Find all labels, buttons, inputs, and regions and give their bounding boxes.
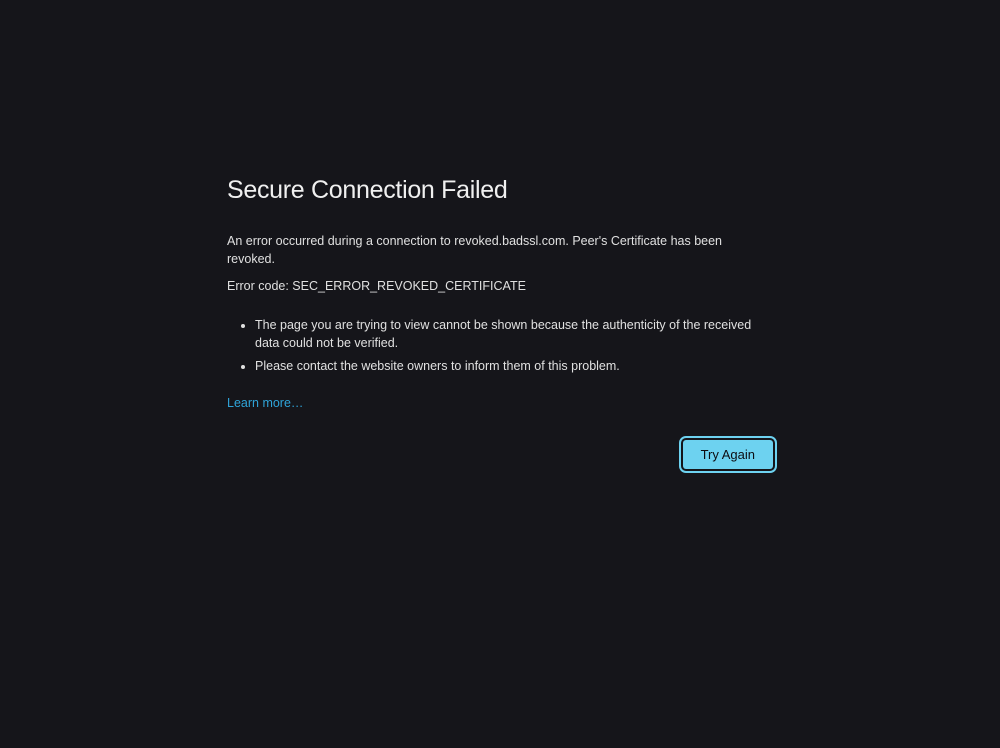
list-item: Please contact the website owners to inf…: [255, 357, 773, 376]
error-message: An error occurred during a connection to…: [227, 233, 773, 268]
try-again-button[interactable]: Try Again: [683, 440, 773, 469]
error-code: Error code: SEC_ERROR_REVOKED_CERTIFICAT…: [227, 278, 773, 296]
list-item: The page you are trying to view cannot b…: [255, 316, 773, 354]
error-page-container: Secure Connection Failed An error occurr…: [227, 176, 773, 469]
page-title: Secure Connection Failed: [227, 176, 773, 205]
button-row: Try Again: [227, 440, 773, 469]
learn-more-link[interactable]: Learn more…: [227, 396, 303, 410]
error-details-list: The page you are trying to view cannot b…: [255, 316, 773, 376]
